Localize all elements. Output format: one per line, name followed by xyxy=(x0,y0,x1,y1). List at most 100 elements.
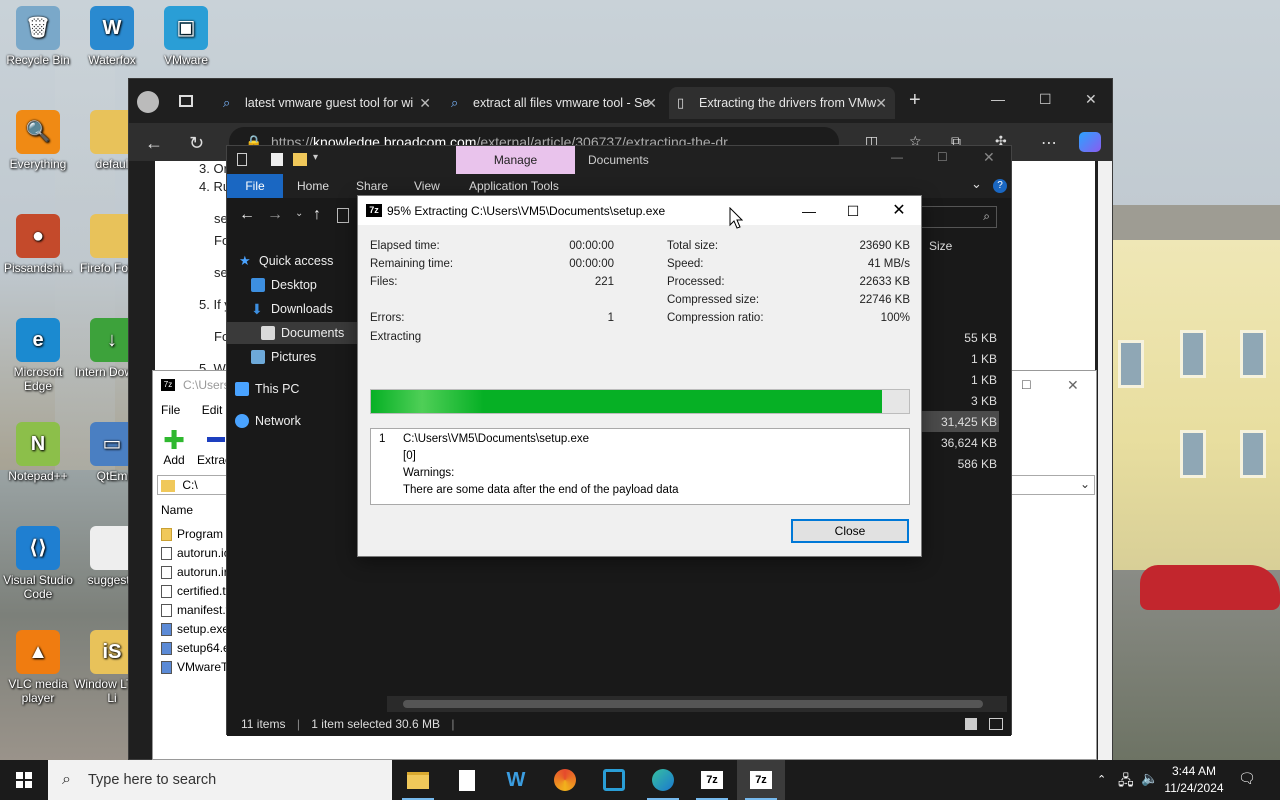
add-button[interactable]: ✚ Add xyxy=(159,427,189,467)
tab-extract-all-files[interactable]: ⌕ extract all files vmware tool - Se ✕ xyxy=(443,87,665,119)
warning-text: There are some data after the end of the… xyxy=(403,484,679,496)
taskbar-vmware[interactable] xyxy=(590,760,638,800)
tab-close-icon[interactable]: ✕ xyxy=(419,87,431,119)
maximize-icon[interactable]: ☐ xyxy=(1039,91,1052,108)
copilot-icon[interactable] xyxy=(1079,132,1101,152)
recent-icon[interactable]: ⌄ xyxy=(295,208,303,219)
close-button[interactable]: Close xyxy=(791,519,909,543)
taskbar-7zip-extract[interactable]: 7z xyxy=(737,760,785,800)
taskbar-clock[interactable]: 3:44 AM 11/24/2024 xyxy=(1162,763,1226,797)
desktop-icon-vmware[interactable]: ▣ VMware xyxy=(148,6,224,67)
nav-this-pc[interactable]: This PC xyxy=(229,378,299,400)
ribbon-tab-home[interactable]: Home xyxy=(297,174,329,198)
desktop-icon-vlc-media-player[interactable]: ▲ VLC media player xyxy=(0,630,76,705)
tab-manage[interactable]: Manage xyxy=(456,146,575,174)
up-icon[interactable]: ↑ xyxy=(313,206,321,224)
list-item[interactable]: setup.exe xyxy=(157,620,229,639)
start-button[interactable] xyxy=(0,760,48,800)
show-hidden-icons[interactable]: ⌃ xyxy=(1097,773,1106,786)
list-item[interactable]: certified.t xyxy=(157,582,229,601)
chevron-down-icon[interactable]: ▾ xyxy=(313,152,318,163)
profile-avatar[interactable] xyxy=(137,91,159,113)
list-item[interactable]: VMwareTo xyxy=(157,658,229,677)
properties-icon[interactable] xyxy=(271,153,283,166)
size-column-header[interactable]: Size xyxy=(929,239,952,253)
desktop-icon-everything[interactable]: 🔍 Everything xyxy=(0,110,76,171)
extract-button[interactable]: Extrac xyxy=(197,427,227,467)
desktop-icon-visual-studio-code[interactable]: ⟨⟩ Visual Studio Code xyxy=(0,526,76,601)
desktop-icon-label: Visual Studio Code xyxy=(3,573,73,601)
desktop-icon-notepad[interactable]: N Notepad++ xyxy=(0,422,76,483)
desktop-icon-pissandshi[interactable]: ● Pissandshi... xyxy=(0,214,76,275)
maximize-icon[interactable]: ☐ xyxy=(937,150,948,164)
nav-network[interactable]: Network xyxy=(229,410,301,432)
new-folder-icon[interactable] xyxy=(293,153,307,166)
tab-extracting-drivers[interactable]: ▯ Extracting the drivers from VMw ✕ xyxy=(669,87,895,119)
maximize-icon[interactable]: ☐ xyxy=(830,200,876,222)
notifications-icon[interactable]: 🗨 xyxy=(1238,770,1256,787)
message-list[interactable]: 1 C:\Users\VM5\Documents\setup.exe [0] W… xyxy=(370,428,910,505)
nav-downloads[interactable]: ⬇ Downloads xyxy=(245,298,333,320)
back-icon[interactable]: ← xyxy=(145,133,163,154)
expand-ribbon-icon[interactable]: ⌄ xyxy=(971,176,982,192)
name-column-header[interactable]: Name xyxy=(161,503,193,517)
network-icon[interactable]: 🖧 xyxy=(1118,770,1134,794)
close-icon[interactable]: ✕ xyxy=(1085,91,1097,108)
minimize-icon[interactable]: — xyxy=(891,150,903,164)
progress-fill xyxy=(371,390,883,413)
tab-vmware-guest-tool[interactable]: ⌕ latest vmware guest tool for wi ✕ xyxy=(215,87,439,119)
menu-edit[interactable]: Edit xyxy=(202,403,223,417)
list-item[interactable]: manifest.t xyxy=(157,601,229,620)
size-cell: 31,425 KB xyxy=(940,415,997,429)
nav-quick-access[interactable]: ★ Quick access xyxy=(233,250,333,272)
large-icons-view-icon[interactable] xyxy=(989,718,1003,730)
file-name: autorun.ir xyxy=(177,565,228,579)
tab-close-icon[interactable]: ✕ xyxy=(875,87,887,119)
nav-desktop[interactable]: Desktop xyxy=(245,274,317,296)
tab-close-icon[interactable]: ✕ xyxy=(645,87,657,119)
more-icon[interactable]: ⋯ xyxy=(1041,133,1057,153)
minimize-icon[interactable]: — xyxy=(786,200,832,222)
maximize-icon[interactable]: ☐ xyxy=(1021,371,1032,399)
ribbon-tab-file[interactable]: File xyxy=(227,174,283,198)
up-folder-icon[interactable] xyxy=(161,479,175,492)
list-item[interactable]: Program I xyxy=(157,525,229,544)
refresh-icon[interactable]: ↻ xyxy=(189,133,204,154)
fm-dropdown[interactable]: ⌄ xyxy=(1011,475,1095,495)
taskbar-edge[interactable] xyxy=(639,760,687,800)
close-icon[interactable]: ✕ xyxy=(876,200,922,222)
new-tab-button[interactable]: + xyxy=(909,89,921,112)
taskbar-notepad[interactable] xyxy=(443,760,491,800)
scroll-thumb[interactable] xyxy=(403,700,983,708)
7zip-extraction-dialog[interactable]: 7z 95% Extracting C:\Users\VM5\Documents… xyxy=(357,195,922,557)
document-icon xyxy=(459,769,475,791)
details-view-icon[interactable] xyxy=(965,718,977,730)
forward-icon[interactable]: → xyxy=(267,206,283,224)
tab-label: Extracting the drivers from VMw xyxy=(699,96,877,110)
volume-icon[interactable]: 🔈 xyxy=(1141,770,1158,787)
list-item[interactable]: autorun.ir xyxy=(157,563,229,582)
tab-actions-icon[interactable] xyxy=(179,95,193,107)
menu-file[interactable]: File xyxy=(161,403,180,417)
back-icon[interactable]: ← xyxy=(239,206,255,224)
desktop-icon-recycle-bin[interactable]: 🗑 Recycle Bin xyxy=(0,6,76,67)
explorer-search-box[interactable]: ⌕ xyxy=(921,206,997,228)
taskbar-waterfox[interactable]: W xyxy=(492,760,540,800)
horizontal-scrollbar[interactable] xyxy=(387,696,1007,712)
close-icon[interactable]: ✕ xyxy=(1067,371,1079,399)
minimize-icon[interactable]: — xyxy=(991,91,1005,107)
taskbar-search-box[interactable]: ⌕ Type here to search xyxy=(48,760,392,800)
help-icon[interactable]: ? xyxy=(993,179,1007,193)
close-icon[interactable]: ✕ xyxy=(983,149,995,166)
taskbar-browser[interactable] xyxy=(541,760,589,800)
taskbar-file-explorer[interactable] xyxy=(394,760,442,800)
nav-pictures[interactable]: Pictures xyxy=(245,346,316,368)
taskbar-7zip[interactable]: 7z xyxy=(688,760,736,800)
list-item[interactable]: setup64.e xyxy=(157,639,229,658)
list-item[interactable]: autorun.ic xyxy=(157,544,229,563)
desktop-icon-waterfox[interactable]: W Waterfox xyxy=(74,6,150,67)
desktop-icon-microsoft-edge[interactable]: e Microsoft Edge xyxy=(0,318,76,393)
compression-ratio-label: Compression ratio: xyxy=(667,312,764,324)
fm-path-bar[interactable]: C:\ xyxy=(157,475,229,495)
page-scrollbar[interactable] xyxy=(1098,161,1112,761)
